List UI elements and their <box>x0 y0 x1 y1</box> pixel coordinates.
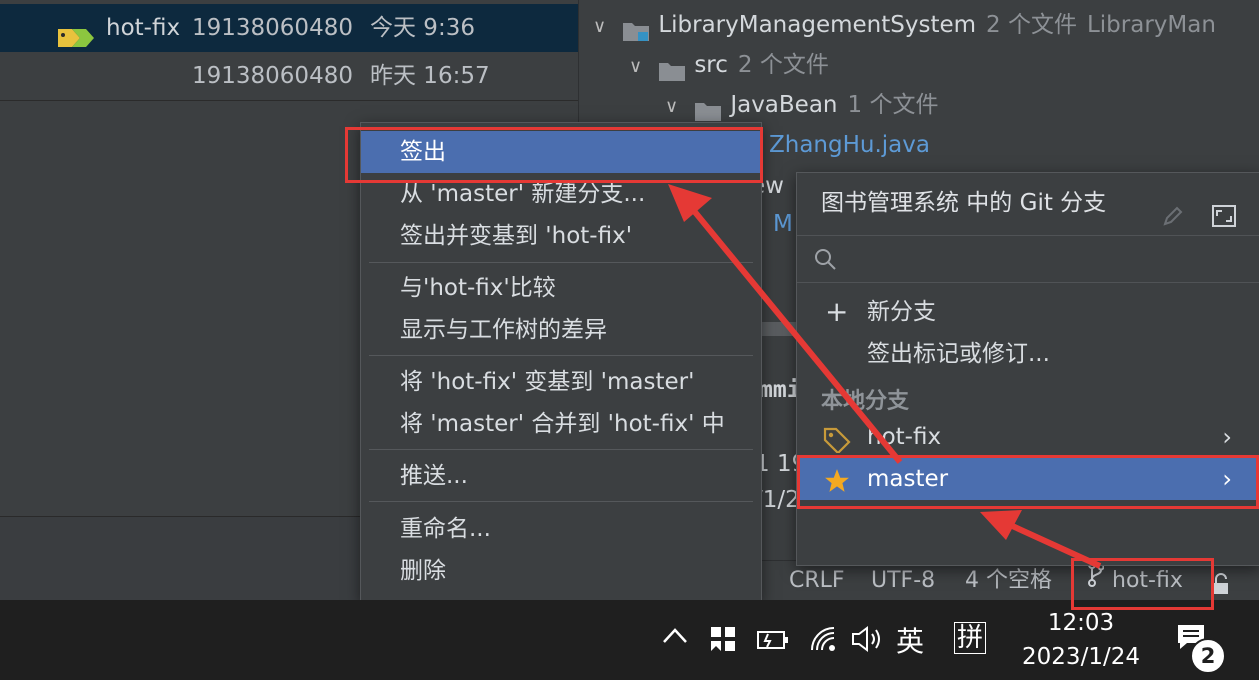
tree-node-javabean[interactable]: ∨ JavaBean 1 个文件 <box>665 85 938 125</box>
line-separator-widget[interactable]: CRLF <box>789 561 845 601</box>
chevron-down-icon[interactable]: ∨ <box>593 7 615 47</box>
menu-item-rename[interactable]: 重命名... <box>361 508 761 550</box>
menu-item-push[interactable]: 推送... <box>361 455 761 497</box>
checkout-tag-label: 签出标记或修订... <box>867 341 1050 367</box>
branch-search-field[interactable] <box>797 235 1259 283</box>
plus-icon: + <box>825 295 849 328</box>
menu-separator <box>369 501 753 502</box>
branch-context-menu: 签出 从 'master' 新建分支... 签出并变基到 'hot-fix' 与… <box>360 122 762 601</box>
popup-header: 图书管理系统 中的 Git 分支 <box>797 173 1259 235</box>
menu-separator <box>369 262 753 263</box>
commit-branch-label: hot-fix <box>106 15 181 41</box>
chevron-down-icon[interactable]: ∨ <box>665 87 687 127</box>
local-branches-heading: 本地分支 <box>821 389 910 414</box>
app-tray-icon[interactable] <box>708 624 738 658</box>
popup-title: 图书管理系统 中的 Git 分支 <box>821 190 1107 216</box>
menu-item-checkout-and-rebase[interactable]: 签出并变基到 'hot-fix' <box>361 215 761 257</box>
tree-node-file[interactable]: ZhangHu.java <box>769 125 930 165</box>
folder-icon <box>694 95 722 121</box>
menu-separator <box>369 355 753 356</box>
clock[interactable]: 12:03 2023/1/24 <box>1016 606 1146 674</box>
encoding-widget[interactable]: UTF-8 <box>871 561 935 601</box>
chevron-down-icon[interactable]: ∨ <box>629 47 651 87</box>
tree-node-partial: M <box>773 204 793 244</box>
chevron-up-icon[interactable] <box>662 626 688 650</box>
folder-name: JavaBean <box>730 92 838 118</box>
clock-time: 12:03 <box>1047 610 1115 636</box>
file-name: ZhangHu.java <box>769 132 930 158</box>
partial-text: M <box>773 211 793 237</box>
tree-node-src[interactable]: ∨ src 2 个文件 <box>629 45 829 85</box>
branch-name: hot-fix <box>867 424 942 450</box>
indent-widget[interactable]: 4 个空格 <box>965 561 1052 601</box>
volume-icon[interactable] <box>850 624 884 658</box>
folder-file-count: 2 个文件 <box>737 52 829 78</box>
folder-name: src <box>694 52 728 78</box>
chevron-right-icon: › <box>1222 423 1232 451</box>
folder-file-count: 1 个文件 <box>847 92 939 118</box>
wifi-icon[interactable] <box>808 624 840 658</box>
battery-icon[interactable] <box>756 626 790 656</box>
annotation-box-branch-widget <box>1071 558 1214 610</box>
new-branch-label: 新分支 <box>867 299 936 325</box>
project-name: LibraryManagementSystem <box>658 12 977 38</box>
menu-item-show-diff[interactable]: 显示与工作树的差异 <box>361 309 761 351</box>
branch-item-hot-fix[interactable]: hot-fix › <box>797 416 1259 458</box>
menu-separator <box>369 449 753 450</box>
search-icon <box>813 247 837 275</box>
project-path: LibraryMan <box>1086 12 1216 38</box>
annotation-box-master <box>797 455 1259 509</box>
menu-item-delete[interactable]: 删除 <box>361 550 761 592</box>
folder-icon <box>658 55 686 81</box>
commit-detail-partial: mmi <box>759 370 801 410</box>
clock-date: 2023/1/24 <box>1022 644 1140 670</box>
annotation-box-checkout <box>345 127 763 183</box>
commit-row[interactable]: 19138060480 昨天 16:57 <box>0 52 578 101</box>
commit-date: 昨天 16:57 <box>370 63 490 89</box>
partial-text: mmi <box>759 377 801 403</box>
checkout-tag-action[interactable]: 签出标记或修订... <box>797 333 1259 375</box>
notification-badge: 2 <box>1190 638 1226 674</box>
ime-mode-indicator[interactable]: 拼 <box>954 622 987 654</box>
tree-node-project[interactable]: ∨ LibraryManagementSystem 2 个文件 LibraryMan <box>593 5 1216 45</box>
windows-taskbar: 英 拼 12:03 2023/1/24 2 <box>0 600 1259 680</box>
commit-date: 今天 9:36 <box>370 15 475 41</box>
project-file-count: 2 个文件 <box>986 12 1077 38</box>
menu-item-compare[interactable]: 与'hot-fix'比较 <box>361 267 761 309</box>
module-folder-icon <box>622 15 650 41</box>
commit-author: 19138060480 <box>192 63 353 89</box>
scrollbar-thumb[interactable] <box>761 322 801 336</box>
menu-item-rebase[interactable]: 将 'hot-fix' 变基到 'master' <box>361 361 761 403</box>
commit-author: 19138060480 <box>192 15 353 41</box>
menu-item-merge[interactable]: 将 'master' 合并到 'hot-fix' 中 <box>361 403 761 445</box>
new-branch-action[interactable]: + 新分支 <box>797 291 1259 333</box>
ime-language-indicator[interactable]: 英 <box>896 620 924 660</box>
commit-row[interactable]: hot-fix 19138060480 今天 9:36 <box>0 4 578 52</box>
